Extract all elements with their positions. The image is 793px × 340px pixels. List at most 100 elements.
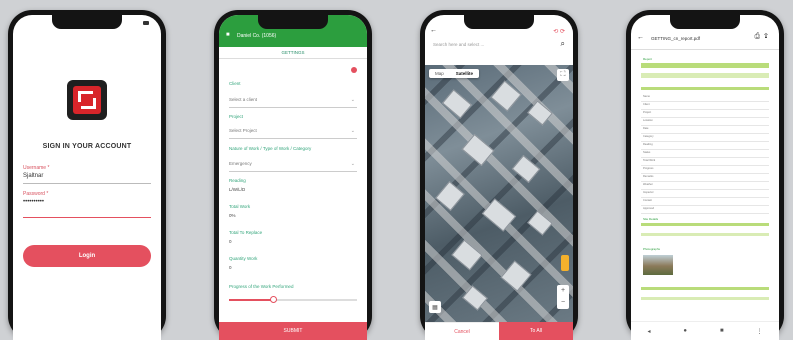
progress-slider[interactable]	[229, 296, 357, 303]
total-work-input[interactable]: 0%	[229, 213, 236, 218]
divider	[219, 58, 367, 59]
project-select[interactable]: Select Project ⌄	[229, 128, 357, 139]
zoom-control[interactable]: + −	[557, 285, 569, 309]
map-search-input[interactable]: Search here and select ...	[433, 42, 484, 47]
replace-input[interactable]: 0	[229, 239, 232, 244]
table-row	[641, 109, 769, 110]
table-cell: Weather	[643, 183, 653, 186]
client-select[interactable]: Select a client ⌄	[229, 97, 357, 108]
table-cell: Progress	[643, 167, 654, 170]
tab-satellite[interactable]: Satellite	[450, 69, 479, 78]
save-button[interactable]: To All	[499, 322, 573, 340]
table-header-bar	[641, 63, 769, 68]
back-arrow-icon[interactable]: ←	[430, 27, 437, 34]
search-icon[interactable]: ⌕	[561, 39, 565, 49]
pdf-file-title: GETTING_cn_report.pdf	[651, 36, 701, 41]
table-subheader-bar	[641, 297, 769, 300]
password-field[interactable]: ••••••••••	[23, 199, 44, 205]
category-select-value: Emergency	[229, 161, 252, 166]
chevron-down-icon: ⌄	[350, 97, 355, 103]
table-row	[641, 197, 769, 198]
form-subtitle: GETTINGS	[281, 50, 305, 55]
map-action-bar: Cancel To All	[425, 322, 573, 340]
pdf-document[interactable]: Report Site Details Photographs Name Clie…	[641, 55, 769, 318]
submit-button[interactable]: SUBMIT	[219, 322, 367, 340]
zoom-in-icon[interactable]: +	[557, 285, 569, 297]
map-action-icons[interactable]: ⟲ ⟳	[553, 28, 565, 35]
tab-map[interactable]: Map	[429, 69, 450, 78]
map-building	[527, 210, 553, 236]
pdf-section-title: Photographs	[643, 247, 661, 251]
satellite-map[interactable]	[425, 65, 573, 322]
phone-pdf: ← GETTING_cn_report.pdf ⎙⇪ Report Site D…	[626, 10, 784, 340]
category-select[interactable]: Emergency ⌄	[229, 161, 357, 172]
field-label-quantity: Quantity Work	[229, 256, 258, 261]
username-field[interactable]: Sjaltnar	[23, 173, 43, 179]
table-cell: Project	[643, 111, 652, 114]
phone-form: ■ Daniel Co. (1056) GETTINGS Client Sele…	[214, 10, 372, 340]
password-underline	[23, 217, 151, 218]
phone-map: ← ⟲ ⟳ Search here and select ... ⌕ Map S…	[420, 10, 578, 340]
phone-notch	[464, 15, 534, 29]
form-header-title: Daniel Co. (1056)	[237, 33, 277, 39]
battery-icon	[143, 21, 149, 25]
project-select-value: Select Project	[229, 128, 257, 133]
table-cell: Category	[643, 135, 654, 138]
field-label-progress: Progress of the Work Performed	[229, 284, 294, 289]
field-label-total-work: Total Work	[229, 204, 251, 209]
fullscreen-icon[interactable]: ⛶	[557, 69, 569, 81]
quantity-input[interactable]: 0	[229, 265, 232, 270]
form-screen: ■ Daniel Co. (1056) GETTINGS Client Sele…	[219, 15, 367, 340]
table-subheader-bar	[641, 233, 769, 236]
nav-recent-icon[interactable]: ■	[720, 328, 724, 334]
slider-handle[interactable]	[269, 296, 277, 303]
pdf-action-icons[interactable]: ⎙⇪	[754, 33, 772, 41]
table-cell: Status	[643, 151, 651, 154]
phone-notch	[670, 15, 740, 29]
required-indicator-icon	[351, 67, 357, 73]
username-underline	[23, 183, 151, 184]
pdf-screen: ← GETTING_cn_report.pdf ⎙⇪ Report Site D…	[631, 15, 779, 340]
nav-more-icon[interactable]: ⋮	[756, 328, 762, 335]
table-cell: Date	[643, 127, 649, 130]
table-cell: Contact	[643, 199, 652, 202]
table-row	[641, 133, 769, 134]
phone-notch	[52, 15, 122, 29]
nav-back-icon[interactable]: ◂	[647, 328, 650, 335]
phone-notch	[258, 15, 328, 29]
table-cell: Inspector	[643, 191, 654, 194]
table-row	[641, 101, 769, 102]
chevron-down-icon: ⌄	[350, 161, 355, 167]
client-select-value: Select a client	[229, 97, 258, 102]
nav-home-icon[interactable]: ●	[683, 328, 687, 334]
signin-title: SIGN IN YOUR ACCOUNT	[42, 143, 132, 150]
table-row	[641, 213, 769, 214]
chevron-down-icon: ⌄	[350, 128, 355, 134]
field-label-project: Project	[229, 114, 244, 119]
map-type-tabs: Map Satellite	[429, 69, 480, 78]
table-subheader-bar	[641, 223, 769, 226]
zoom-out-icon[interactable]: −	[557, 297, 569, 309]
table-row	[641, 165, 769, 166]
cancel-button[interactable]: Cancel	[425, 322, 499, 340]
menu-icon[interactable]: ■	[226, 32, 230, 38]
street-view-icon[interactable]	[561, 255, 569, 271]
table-cell: Remarks	[643, 175, 654, 178]
table-cell: Client	[643, 103, 650, 106]
field-label-client: Client	[229, 81, 241, 86]
reading-input[interactable]: L/W/L/D	[229, 187, 245, 192]
table-row	[641, 181, 769, 182]
table-row	[641, 149, 769, 150]
map-building	[435, 181, 465, 211]
table-row	[641, 125, 769, 126]
table-row	[641, 141, 769, 142]
map-building	[527, 100, 553, 126]
username-label: Username *	[23, 165, 50, 171]
login-screen: SIGN IN YOUR ACCOUNT Username * Sjaltnar…	[13, 15, 161, 340]
login-button[interactable]: Login	[23, 245, 151, 267]
map-building	[462, 285, 488, 311]
layers-icon[interactable]: ▦	[429, 301, 441, 313]
table-subheader-bar	[641, 87, 769, 90]
map-building	[511, 155, 541, 183]
back-arrow-icon[interactable]: ←	[637, 34, 644, 41]
